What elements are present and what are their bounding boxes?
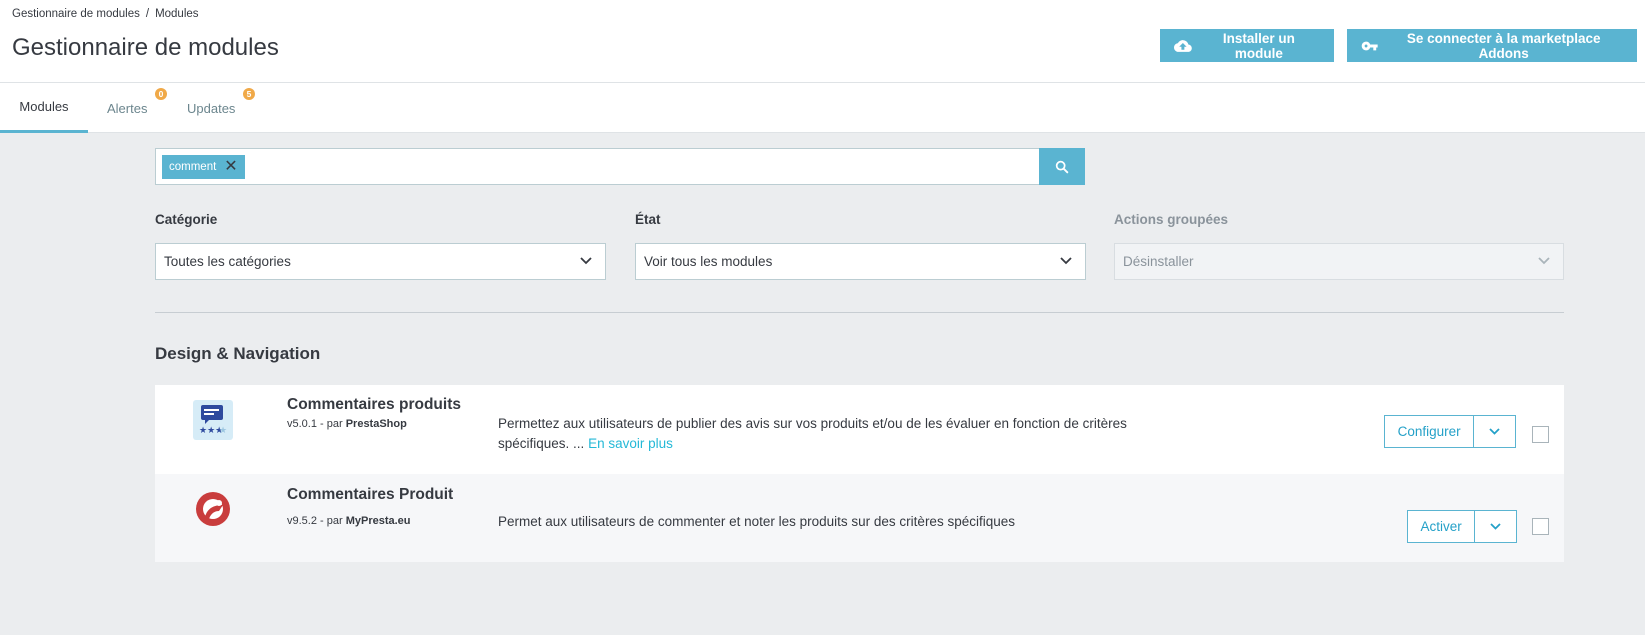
breadcrumb-separator: /: [145, 8, 150, 20]
page-title: Gestionnaire de modules: [12, 34, 279, 61]
search-button[interactable]: [1039, 148, 1085, 185]
category-select[interactable]: Toutes les catégories: [155, 243, 606, 280]
divider: [155, 312, 1564, 313]
install-module-button[interactable]: Installer un module: [1160, 29, 1334, 62]
install-module-label: Installer un module: [1222, 30, 1295, 61]
module-action-group: Activer: [1407, 510, 1517, 543]
chevron-down-icon: [1490, 523, 1501, 530]
activate-button[interactable]: Activer: [1408, 511, 1476, 542]
module-description: Permettez aux utilisateurs de publier de…: [498, 414, 1158, 454]
chat-stars-icon: ★★★ ★: [193, 400, 233, 440]
module-row: ★★★ ★ Commentaires produits v5.0.1 - par…: [155, 385, 1564, 474]
category-filter-label: Catégorie: [155, 212, 218, 227]
state-filter-label: État: [635, 212, 661, 227]
updates-count-badge: 5: [243, 88, 255, 100]
action-dropdown-toggle[interactable]: [1475, 511, 1516, 542]
read-more-link[interactable]: En savoir plus: [588, 436, 673, 451]
configure-button[interactable]: Configurer: [1385, 416, 1475, 447]
module-author: PrestaShop: [345, 418, 407, 430]
page-header: Gestionnaire de modules / Modules Gestio…: [0, 0, 1645, 82]
close-icon[interactable]: ✕: [224, 159, 237, 175]
tab-alertes[interactable]: Alertes 0: [107, 83, 167, 133]
module-action-group: Configurer: [1384, 415, 1516, 448]
chevron-down-icon: [1060, 257, 1072, 265]
breadcrumb: Gestionnaire de modules / Modules: [12, 8, 199, 20]
connect-marketplace-button[interactable]: Se connecter à la marketplace Addons: [1347, 29, 1637, 62]
bulk-actions-label: Actions groupées: [1114, 212, 1229, 227]
breadcrumb-current: Modules: [155, 8, 199, 20]
chevron-down-icon: [1538, 257, 1550, 265]
module-author: MyPresta.eu: [345, 515, 411, 527]
search-icon: [1055, 160, 1069, 173]
category-select-value: Toutes les catégories: [164, 254, 291, 269]
key-icon: [1361, 41, 1378, 50]
action-dropdown-toggle[interactable]: [1474, 416, 1515, 447]
chevron-down-icon: [580, 257, 592, 265]
module-version-text: v9.5.2 - par: [287, 515, 343, 527]
module-description-text: Permet aux utilisateurs de commenter et …: [498, 514, 1015, 529]
alertes-count-badge: 0: [155, 88, 167, 100]
module-version: v5.0.1 - par PrestaShop: [287, 418, 407, 430]
module-version-text: v5.0.1 - par: [287, 418, 343, 430]
module-name: Commentaires produits: [287, 396, 461, 413]
tab-alertes-label: Alertes: [107, 100, 148, 116]
mypresta-logo-icon: [196, 492, 230, 526]
module-search-input[interactable]: comment ✕: [155, 148, 1040, 185]
bulk-actions-value: Désinstaller: [1123, 254, 1194, 269]
cloud-upload-icon: [1174, 39, 1192, 52]
search-tag-label: comment: [169, 161, 217, 173]
tab-bar: Modules Alertes 0 Updates 5: [0, 82, 1645, 133]
state-select-value: Voir tous les modules: [644, 254, 773, 269]
search-tag: comment ✕: [162, 155, 245, 179]
tab-updates[interactable]: Updates 5: [187, 83, 257, 133]
section-title: Design & Navigation: [155, 344, 321, 363]
module-name: Commentaires Produit: [287, 486, 454, 503]
tab-modules-label: Modules: [19, 99, 69, 114]
module-row: Commentaires Produit v9.5.2 - par MyPres…: [155, 474, 1564, 562]
chevron-down-icon: [1489, 428, 1500, 435]
connect-marketplace-label: Se connecter à la marketplace Addons: [1406, 30, 1601, 61]
bulk-actions-select: Désinstaller: [1114, 243, 1564, 280]
module-select-checkbox[interactable]: [1532, 518, 1549, 535]
module-select-checkbox[interactable]: [1532, 426, 1549, 443]
breadcrumb-parent[interactable]: Gestionnaire de modules: [12, 8, 140, 20]
module-version: v9.5.2 - par MyPresta.eu: [287, 515, 411, 527]
module-description: Permet aux utilisateurs de commenter et …: [498, 512, 1158, 532]
state-select[interactable]: Voir tous les modules: [635, 243, 1086, 280]
tab-updates-label: Updates: [187, 100, 236, 116]
tab-modules[interactable]: Modules: [0, 83, 88, 133]
svg-text:★: ★: [219, 426, 227, 436]
